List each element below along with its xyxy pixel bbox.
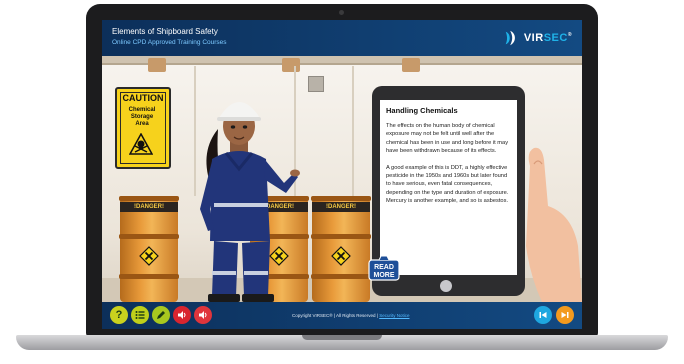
panel-paragraph: The effects on the human body of chemica… xyxy=(386,123,509,155)
skull-crossbones-icon xyxy=(129,133,153,155)
previous-slide-button[interactable] xyxy=(534,306,552,324)
home-button xyxy=(440,280,452,292)
drum-label: !DANGER! xyxy=(312,202,370,212)
course-title: Elements of Shipboard Safety xyxy=(112,27,218,36)
copyright-text: Copyright VIRSEC® | All Rights Reserved … xyxy=(292,313,378,318)
pencil-icon xyxy=(157,311,165,319)
laptop-base xyxy=(16,335,668,350)
panel-paragraph: A good example of this is DDT, a highly … xyxy=(386,164,509,205)
hand-holding-tablet xyxy=(526,147,582,302)
caution-heading: CAUTION xyxy=(122,93,164,103)
laptop-lid: Elements of Shipboard Safety Online CPD … xyxy=(86,4,598,337)
laptop-mockup: Elements of Shipboard Safety Online CPD … xyxy=(0,0,684,364)
ceiling-bracket xyxy=(148,58,166,72)
notes-button[interactable] xyxy=(152,306,170,324)
help-label: ? xyxy=(115,309,123,321)
menu-button[interactable] xyxy=(131,306,149,324)
copyright-footer: Copyright VIRSEC® | All Rights Reserved … xyxy=(292,313,409,318)
skip-back-icon xyxy=(539,312,547,318)
hazard-x-icon xyxy=(139,246,159,266)
help-button[interactable]: ? xyxy=(110,306,128,324)
audio-prev-button[interactable] xyxy=(173,306,191,324)
next-slide-button[interactable] xyxy=(556,306,574,324)
hazard-x-icon xyxy=(331,246,351,266)
brand: VIRSEC® xyxy=(503,29,572,47)
danger-drum: !DANGER! xyxy=(311,194,371,302)
skip-forward-icon xyxy=(561,312,569,318)
brand-name: VIRSEC® xyxy=(523,32,572,44)
security-notice-link[interactable]: Security Notice xyxy=(379,313,409,318)
list-icon xyxy=(135,311,145,319)
drum-label: !DANGER! xyxy=(120,202,178,212)
panel-heading: Handling Chemicals xyxy=(386,106,458,115)
ceiling-beam xyxy=(102,56,582,65)
scene-illustration: CAUTION Chemical Storage Area !DANGER! !… xyxy=(102,56,582,302)
panel-body: The effects on the human body of chemica… xyxy=(386,122,512,206)
info-panel: Handling Chemicals The effects on the hu… xyxy=(380,100,517,275)
course-subtitle: Online CPD Approved Training Courses xyxy=(112,39,227,46)
caution-sign: CAUTION Chemical Storage Area xyxy=(115,87,171,169)
safety-officer-figure xyxy=(200,102,300,302)
caution-text: Chemical Storage Area xyxy=(128,107,156,127)
player-controls: ? Copyright VIRSEC® | All Rights Reserve… xyxy=(102,302,582,329)
ceiling-bracket xyxy=(282,58,300,72)
read-more-label: READ xyxy=(374,264,394,271)
read-more-label: MORE xyxy=(374,272,395,279)
ceiling-bracket xyxy=(402,58,420,72)
speaker-icon xyxy=(178,311,186,319)
app-header: Elements of Shipboard Safety Online CPD … xyxy=(102,20,582,56)
speaker-icon xyxy=(199,311,207,319)
wall-seam xyxy=(352,66,354,196)
danger-drum: !DANGER! xyxy=(119,194,179,302)
lid-notch xyxy=(302,335,382,340)
audio-toggle-button[interactable] xyxy=(194,306,212,324)
webcam xyxy=(339,10,344,15)
course-player: Elements of Shipboard Safety Online CPD … xyxy=(102,20,582,329)
read-more-button[interactable]: READ MORE xyxy=(367,254,401,282)
wall-vent xyxy=(308,76,324,92)
virsec-logo-icon xyxy=(505,30,515,46)
